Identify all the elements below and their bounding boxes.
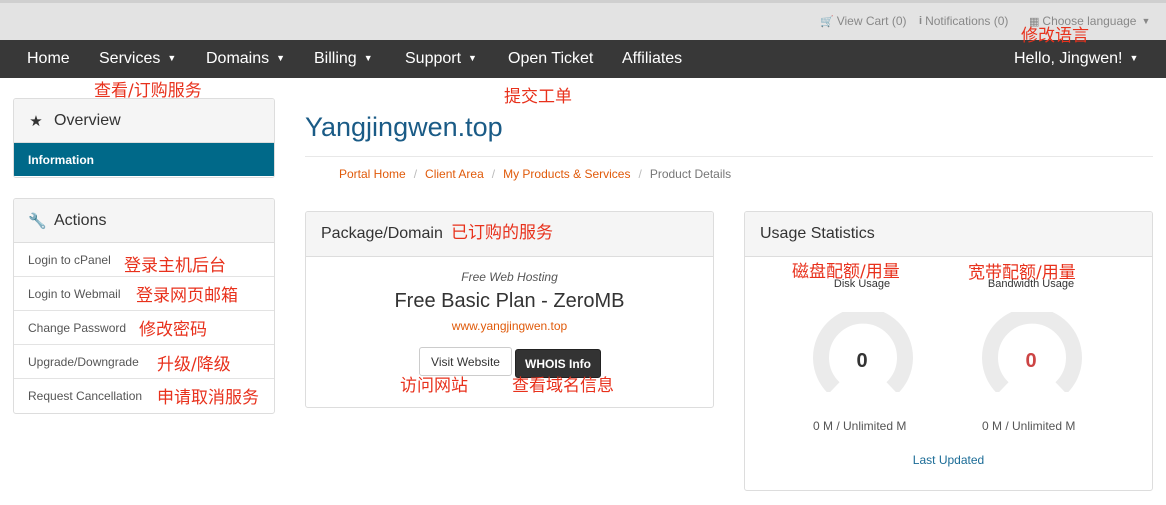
caret-down-icon: ▼ bbox=[468, 53, 477, 63]
annotation-whois: 查看域名信息 bbox=[512, 376, 614, 396]
annotation-visit: 访问网站 bbox=[400, 376, 468, 396]
annotation-cpanel: 登录主机后台 bbox=[124, 256, 226, 276]
annotation-webmail: 登录网页邮箱 bbox=[136, 286, 238, 306]
actions-panel-header: 🔧 Actions bbox=[14, 199, 274, 243]
usage-panel-header: Usage Statistics bbox=[745, 212, 1152, 257]
wrench-icon: 🔧 bbox=[28, 212, 47, 230]
star-icon: ★ bbox=[29, 112, 43, 130]
caret-down-icon: ▼ bbox=[167, 53, 177, 63]
caret-down-icon: ▼ bbox=[363, 53, 373, 63]
annotation-language: 修改语言 bbox=[1021, 26, 1089, 46]
cart-icon: 🛒 bbox=[820, 15, 834, 28]
annotation-package: 已订购的服务 bbox=[451, 223, 553, 243]
nav-open-ticket[interactable]: Open Ticket bbox=[508, 50, 593, 68]
breadcrumb-portal-home[interactable]: Portal Home bbox=[339, 167, 406, 181]
package-group: Free Web Hosting bbox=[461, 270, 558, 284]
whois-info-button[interactable]: WHOIS Info bbox=[515, 349, 601, 378]
nav-billing[interactable]: Billing ▼ bbox=[314, 50, 373, 68]
annotation-disk: 磁盘配额/用量 bbox=[792, 262, 900, 282]
breadcrumb-my-products[interactable]: My Products & Services bbox=[503, 167, 630, 181]
sidebar-item-information[interactable]: Information bbox=[14, 143, 274, 176]
breadcrumb: Portal Home / Client Area / My Products & Se… bbox=[305, 156, 1153, 191]
caret-down-icon: ▼ bbox=[276, 53, 286, 63]
action-upgrade-downgrade[interactable]: Upgrade/Downgrade bbox=[14, 345, 274, 379]
caret-down-icon: ▼ bbox=[1129, 53, 1139, 63]
annotation-bandwidth: 宽带配额/用量 bbox=[968, 263, 1076, 283]
package-domain-link[interactable]: www.yangjingwen.top bbox=[306, 319, 713, 333]
caret-down-icon: ▼ bbox=[1141, 16, 1151, 26]
nav-services[interactable]: Services ▼ bbox=[99, 50, 176, 68]
annotation-open-ticket: 提交工单 bbox=[504, 87, 572, 107]
breadcrumb-client-area[interactable]: Client Area bbox=[425, 167, 484, 181]
annotation-upgrade: 升级/降级 bbox=[157, 355, 231, 375]
package-plan-name: Free Basic Plan - ZeroMB bbox=[394, 290, 625, 312]
bandwidth-usage-detail: 0 M / Unlimited M bbox=[982, 419, 1076, 433]
top-utility-bar: 🛒 View Cart (0) i Notifications (0) ▦ Ch… bbox=[0, 0, 1166, 40]
info-icon: i bbox=[919, 15, 923, 27]
page-title: Yangjingwen.top bbox=[305, 112, 503, 142]
disk-usage-detail: 0 M / Unlimited M bbox=[813, 419, 907, 433]
notifications-link[interactable]: i Notifications (0) bbox=[919, 14, 1008, 28]
nav-affiliates[interactable]: Affiliates bbox=[622, 50, 682, 68]
annotation-cancel: 申请取消服务 bbox=[157, 388, 259, 408]
main-navbar: Home Services ▼ Domains ▼ Billing ▼ Support… bbox=[0, 40, 1166, 78]
nav-home[interactable]: Home bbox=[27, 50, 70, 68]
overview-panel: ★ Overview Information bbox=[13, 98, 275, 178]
bandwidth-usage-value: 0 bbox=[1025, 350, 1037, 372]
usage-statistics-panel: Usage Statistics Disk Usage 0 0 M / Unli… bbox=[744, 211, 1153, 491]
nav-user-menu[interactable]: Hello, Jingwen! ▼ bbox=[1014, 50, 1138, 68]
visit-website-button[interactable]: Visit Website bbox=[419, 347, 512, 376]
breadcrumb-current: Product Details bbox=[649, 167, 732, 181]
actions-panel: 🔧 Actions Login to cPanel Login to Webma… bbox=[13, 198, 275, 414]
last-updated-link[interactable]: Last Updated bbox=[745, 453, 1152, 467]
nav-domains[interactable]: Domains ▼ bbox=[206, 50, 285, 68]
view-cart-link[interactable]: 🛒 View Cart (0) bbox=[820, 14, 907, 28]
overview-panel-header: ★ Overview bbox=[14, 99, 274, 143]
nav-support[interactable]: Support ▼ bbox=[405, 50, 477, 68]
disk-usage-value: 0 bbox=[856, 350, 868, 372]
annotation-password: 修改密码 bbox=[139, 320, 207, 340]
